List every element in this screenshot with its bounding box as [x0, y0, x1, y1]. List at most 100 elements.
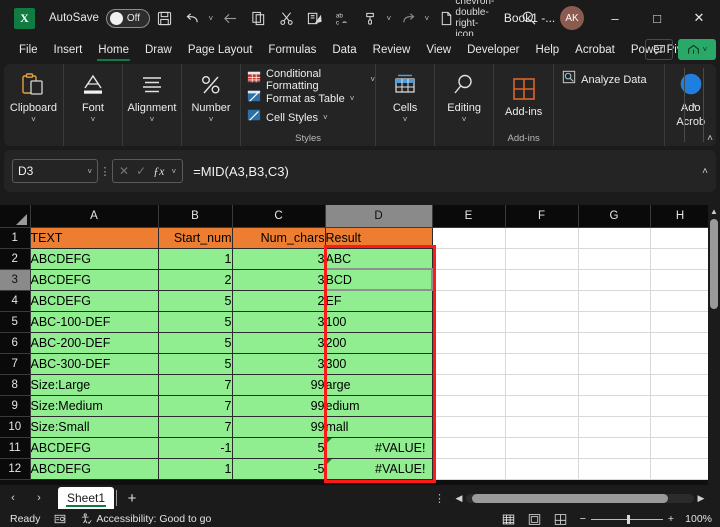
format-as-table-button[interactable]: Format as Table ˅ — [247, 89, 354, 108]
ribbon-group-cells[interactable]: Cells ˅ — [375, 64, 434, 146]
cell-d5[interactable]: 100 — [325, 311, 432, 332]
cell-g2[interactable] — [578, 248, 650, 269]
fx-chevron-down-icon[interactable]: ˅ — [171, 167, 176, 176]
undo-dropdown-icon[interactable]: ˅ — [206, 14, 216, 23]
hscroll-track[interactable] — [466, 494, 694, 503]
column-header-e[interactable]: E — [432, 205, 505, 227]
cell-e11[interactable] — [432, 437, 505, 458]
cell-b8[interactable]: 7 — [158, 374, 232, 395]
cell-d12[interactable]: #VALUE! — [325, 458, 432, 479]
cell-d11[interactable]: #VALUE! — [325, 437, 432, 458]
autosave-toggle[interactable]: Off — [106, 9, 150, 28]
share-button[interactable]: ˅ — [678, 39, 716, 60]
cell-c8[interactable]: 99 — [232, 374, 325, 395]
cell-g12[interactable] — [578, 458, 650, 479]
cell-e7[interactable] — [432, 353, 505, 374]
cell-d2[interactable]: ABC — [325, 248, 432, 269]
cell-c3[interactable]: 3 — [232, 269, 325, 290]
tab-formulas[interactable]: Formulas — [261, 41, 323, 59]
cell-a10[interactable]: Size:Small — [30, 416, 158, 437]
horizontal-scrollbar[interactable]: ◀ ▶ — [452, 490, 708, 506]
cell-f1[interactable] — [505, 227, 578, 248]
row-header-12[interactable]: 12 — [0, 458, 30, 479]
vertical-scrollbar[interactable]: ▲ — [708, 205, 720, 485]
accessibility-status[interactable]: Accessibility: Good to go — [80, 513, 211, 525]
cell-g5[interactable] — [578, 311, 650, 332]
tab-developer[interactable]: Developer — [460, 41, 526, 59]
close-button[interactable]: ✕ — [678, 0, 720, 36]
cell-c2[interactable]: 3 — [232, 248, 325, 269]
spelling-icon[interactable]: ab c — [330, 5, 356, 31]
row-header-3[interactable]: 3 — [0, 269, 30, 290]
format-as-table-chevron-down-icon[interactable]: ˅ — [350, 94, 355, 103]
ribbon-group-editing[interactable]: Editing ˅ — [434, 64, 493, 146]
font-chevron-down-icon[interactable]: ˅ — [91, 115, 96, 124]
hscroll-right-icon[interactable]: ▶ — [694, 493, 708, 504]
cell-c9[interactable]: 99 — [232, 395, 325, 416]
comment-icon[interactable] — [645, 39, 673, 60]
cell-d9[interactable]: edium — [325, 395, 432, 416]
zoom-control[interactable]: − + — [580, 513, 674, 525]
formula-bar-overflow-icon[interactable]: ⋮ — [98, 165, 112, 178]
back-arrow-icon[interactable] — [218, 5, 244, 31]
cell-c11[interactable]: 5 — [232, 437, 325, 458]
cell-f11[interactable] — [505, 437, 578, 458]
row-header-8[interactable]: 8 — [0, 374, 30, 395]
column-header-d[interactable]: D — [325, 205, 432, 227]
row-header-10[interactable]: 10 — [0, 416, 30, 437]
row-header-11[interactable]: 11 — [0, 437, 30, 458]
acrobat-more-icon[interactable]: › — [684, 68, 704, 142]
cell-c7[interactable]: 3 — [232, 353, 325, 374]
cell-e8[interactable] — [432, 374, 505, 395]
cell-b2[interactable]: 1 — [158, 248, 232, 269]
cell-a9[interactable]: Size:Medium — [30, 395, 158, 416]
copy-icon[interactable] — [246, 5, 272, 31]
cell-f8[interactable] — [505, 374, 578, 395]
cell-b3[interactable]: 2 — [158, 269, 232, 290]
cell-g1[interactable] — [578, 227, 650, 248]
number-chevron-down-icon[interactable]: ˅ — [209, 115, 214, 124]
ribbon-group-number[interactable]: Number ˅ — [181, 64, 240, 146]
cell-f12[interactable] — [505, 458, 578, 479]
select-all-corner[interactable] — [0, 205, 30, 227]
cell-f9[interactable] — [505, 395, 578, 416]
zoom-out-button[interactable]: − — [580, 513, 586, 525]
cell-h8[interactable] — [650, 374, 710, 395]
cell-c5[interactable]: 3 — [232, 311, 325, 332]
cell-c12[interactable]: -5 — [232, 458, 325, 479]
cell-e9[interactable] — [432, 395, 505, 416]
format-painter-icon[interactable] — [358, 5, 384, 31]
enter-check-icon[interactable]: ✓ — [136, 164, 146, 178]
cell-a7[interactable]: ABC-300-DEF — [30, 353, 158, 374]
tab-draw[interactable]: Draw — [138, 41, 179, 59]
add-sheet-button[interactable]: + — [117, 485, 147, 511]
cell-h9[interactable] — [650, 395, 710, 416]
row-header-9[interactable]: 9 — [0, 395, 30, 416]
cell-g10[interactable] — [578, 416, 650, 437]
chevron-left-icon[interactable]: ‹ — [0, 485, 26, 511]
cell-b5[interactable]: 5 — [158, 311, 232, 332]
formula-input[interactable] — [193, 158, 708, 184]
column-header-a[interactable]: A — [30, 205, 158, 227]
expand-formula-bar-icon[interactable]: ˄ — [702, 166, 708, 177]
column-header-b[interactable]: B — [158, 205, 232, 227]
worksheet-grid[interactable]: A B C D E F G H 1 TEXT Start_num Num_cha… — [0, 205, 720, 485]
minimize-button[interactable]: – — [594, 0, 636, 36]
cell-e4[interactable] — [432, 290, 505, 311]
zoom-slider-handle[interactable] — [627, 515, 630, 524]
chevron-right-icon[interactable]: › — [26, 485, 52, 511]
cell-a6[interactable]: ABC-200-DEF — [30, 332, 158, 353]
row-header-1[interactable]: 1 — [0, 227, 30, 248]
cell-a2[interactable]: ABCDEFG — [30, 248, 158, 269]
cell-f2[interactable] — [505, 248, 578, 269]
page-layout-view-icon[interactable] — [522, 511, 548, 527]
cell-a11[interactable]: ABCDEFG — [30, 437, 158, 458]
tab-insert[interactable]: Insert — [47, 41, 90, 59]
search-icon[interactable] — [516, 5, 542, 31]
cell-a12[interactable]: ABCDEFG — [30, 458, 158, 479]
cell-g11[interactable] — [578, 437, 650, 458]
cell-g9[interactable] — [578, 395, 650, 416]
cell-e12[interactable] — [432, 458, 505, 479]
cell-f10[interactable] — [505, 416, 578, 437]
cell-e1[interactable] — [432, 227, 505, 248]
